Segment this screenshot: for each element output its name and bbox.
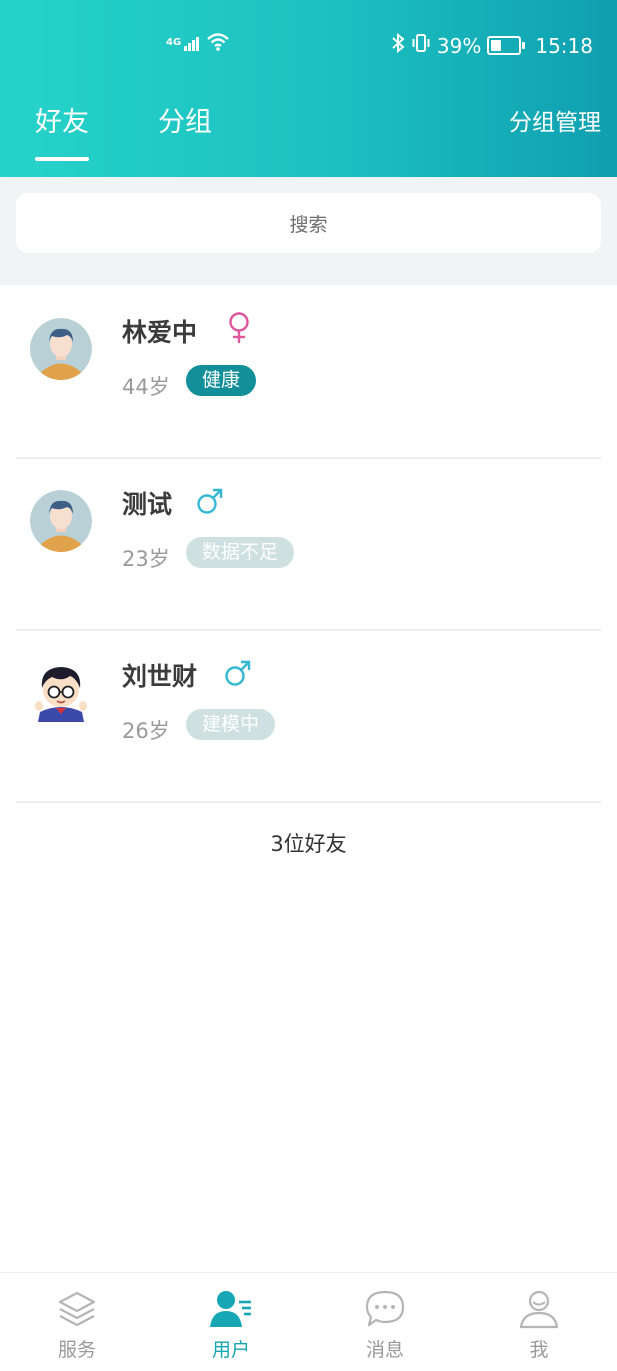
status-right: 39% 15:18	[391, 32, 593, 58]
network-type: 4G	[166, 37, 182, 48]
friend-name: 刘世财	[122, 662, 198, 691]
status-badge: 数据不足	[186, 537, 295, 568]
vibrate-icon	[411, 33, 431, 58]
friend-age: 44岁	[122, 375, 170, 399]
friend-age: 23岁	[122, 547, 170, 571]
bluetooth-icon	[391, 32, 405, 58]
friend-item[interactable]: 林爱中 44岁 健康	[0, 287, 617, 459]
female-icon	[226, 311, 252, 349]
default-avatar-icon	[30, 318, 92, 380]
friend-item[interactable]: 刘世财 26岁 建模中	[0, 631, 617, 803]
status-badge: 建模中	[186, 709, 276, 740]
divider	[16, 801, 601, 803]
nav-label: 我	[529, 1339, 549, 1361]
signal-icon	[184, 32, 200, 56]
male-icon	[196, 487, 224, 519]
user-list-icon	[181, 1287, 281, 1331]
male-icon	[224, 659, 252, 691]
nav-users[interactable]: 用户	[181, 1287, 281, 1362]
group-manage-button[interactable]: 分组管理	[509, 103, 601, 137]
network-indicator: 4G	[166, 32, 229, 56]
battery-percent: 39%	[436, 33, 482, 58]
app-header: 4G 39% 15:18 好友 分组 分组管理	[0, 0, 617, 177]
tab-friends[interactable]: 好友	[35, 100, 89, 139]
friend-item[interactable]: 测试 23岁 数据不足	[0, 459, 617, 631]
chat-bubble-icon	[335, 1287, 435, 1331]
person-icon	[489, 1287, 589, 1331]
search-input[interactable]: 搜索	[16, 193, 601, 253]
tab-groups[interactable]: 分组	[158, 100, 212, 139]
clock: 15:18	[535, 33, 593, 58]
nav-label: 用户	[211, 1339, 250, 1361]
friend-name: 林爱中	[122, 318, 198, 347]
friend-age: 26岁	[122, 719, 170, 743]
nav-label: 服务	[57, 1339, 96, 1361]
status-badge: 健康	[186, 365, 257, 396]
status-bar: 4G 39% 15:18	[0, 30, 617, 62]
bottom-nav: 服务 用户 消息 我	[0, 1272, 617, 1371]
default-avatar-icon	[30, 490, 92, 552]
search-area: 搜索	[0, 177, 617, 285]
battery-icon	[487, 36, 526, 55]
cartoon-avatar-icon	[30, 662, 92, 724]
nav-me[interactable]: 我	[489, 1287, 589, 1362]
layers-icon	[27, 1287, 127, 1331]
friend-count: 3位好友	[270, 832, 347, 856]
nav-messages[interactable]: 消息	[335, 1287, 435, 1362]
wifi-icon	[207, 32, 229, 56]
nav-label: 消息	[365, 1339, 404, 1361]
friend-name: 测试	[122, 490, 173, 519]
nav-services[interactable]: 服务	[27, 1287, 127, 1362]
active-tab-indicator	[35, 157, 89, 161]
